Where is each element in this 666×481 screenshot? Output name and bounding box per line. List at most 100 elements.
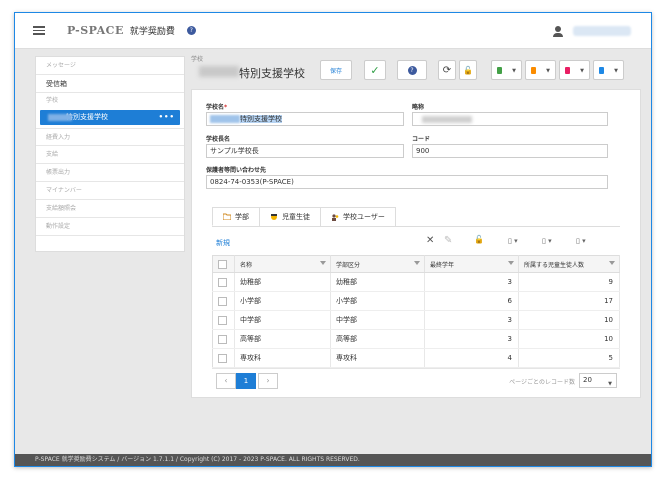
caret-down-icon: ▼ xyxy=(512,68,516,74)
table-row[interactable]: 専攻科 専攻科 4 5 xyxy=(212,348,620,368)
select-all-checkbox[interactable] xyxy=(218,259,227,269)
sidebar-item-settings[interactable]: 動作設定 xyxy=(36,218,184,236)
cell-category: 中学部 xyxy=(330,310,425,330)
cell-final-grade: 6 xyxy=(424,291,519,311)
help-button[interactable]: ? xyxy=(397,60,427,80)
sidebar-item-report-output[interactable]: 帳票出力 xyxy=(36,164,184,182)
new-link[interactable]: 新規 xyxy=(216,238,230,248)
export-orange-button[interactable]: ▼ xyxy=(525,60,556,80)
select-all-cell[interactable] xyxy=(212,255,235,273)
help-icon[interactable]: ? xyxy=(186,26,196,35)
cell-student-count: 10 xyxy=(518,310,620,330)
records-per-page-select[interactable]: 20 ▼ xyxy=(579,373,617,388)
filter-icon[interactable] xyxy=(609,261,615,265)
help-icon: ? xyxy=(407,65,417,75)
sidebar-item-payment[interactable]: 支給 xyxy=(36,146,184,164)
logo: P-SPACE xyxy=(67,24,124,37)
export-dropdown-icon[interactable]: ▯ ▾ xyxy=(576,237,586,245)
user-icon[interactable] xyxy=(553,26,563,37)
table-row[interactable]: 高等部 高等部 3 10 xyxy=(212,329,620,349)
sidebar-item-special-school[interactable]: 特別支援学校 ••• xyxy=(40,110,180,125)
page-title: 特別支援学校 xyxy=(239,67,305,80)
cell-student-count: 9 xyxy=(518,272,620,292)
cell-final-grade: 3 xyxy=(424,329,519,349)
column-header-category[interactable]: 学部区分 xyxy=(330,255,425,273)
redacted-text xyxy=(210,115,240,123)
next-page-button[interactable]: › xyxy=(258,373,278,389)
row-checkbox[interactable] xyxy=(218,353,227,363)
tab-bar: 学部 児童生徒 学校ユーザー xyxy=(212,207,396,227)
export-green-button[interactable]: ▼ xyxy=(491,60,522,80)
column-header-student-count[interactable]: 所属する児童生徒人数 xyxy=(518,255,620,273)
principal-label: 学校長名 xyxy=(206,136,231,143)
redacted-title xyxy=(199,66,239,77)
redacted-text xyxy=(422,115,472,123)
edit-icon[interactable]: ✎ xyxy=(444,235,452,246)
paste-dropdown-icon[interactable]: ▯ ▾ xyxy=(542,237,552,245)
menu-icon[interactable] xyxy=(33,26,45,35)
export-blue-button[interactable]: ▼ xyxy=(593,60,624,80)
cell-student-count: 10 xyxy=(518,329,620,349)
refresh-button[interactable]: ⟳ xyxy=(438,60,456,80)
tab-students[interactable]: 児童生徒 xyxy=(259,207,321,226)
users-icon xyxy=(332,213,339,221)
principal-field[interactable]: サンプル学校長 xyxy=(206,144,404,158)
column-header-name[interactable]: 名称 xyxy=(234,255,331,273)
more-icon[interactable]: ••• xyxy=(159,110,175,125)
cell-category: 幼稚部 xyxy=(330,272,425,292)
contact-label: 保護者等問い合わせ先 xyxy=(206,167,267,174)
document-pink-icon xyxy=(565,66,570,74)
delete-icon[interactable]: ✕ xyxy=(426,235,434,246)
contact-field[interactable]: 0824-74-0353(P-SPACE) xyxy=(206,175,608,189)
sidebar-item-payment-inquiry[interactable]: 支給額照会 xyxy=(36,200,184,218)
sidebar-item-school[interactable]: 学校 xyxy=(36,93,184,109)
school-name-field[interactable]: 特別支援学校 xyxy=(206,112,404,126)
filter-icon[interactable] xyxy=(414,261,420,265)
sidebar: メッセージ 受信箱 学校 特別支援学校 ••• 経費入力 支給 帳票出力 マイナ… xyxy=(35,56,185,252)
filter-icon[interactable] xyxy=(508,261,514,265)
save-button[interactable]: 保存 xyxy=(320,60,352,80)
student-icon xyxy=(271,213,277,220)
caret-down-icon: ▼ xyxy=(614,68,618,74)
confirm-button[interactable]: ✓ xyxy=(364,60,386,80)
code-field[interactable]: 900 xyxy=(412,144,608,158)
column-header-final-grade[interactable]: 最終学年 xyxy=(424,255,519,273)
table-header-row: 名称 学部区分 最終学年 所属する児童生徒人数 xyxy=(212,255,620,273)
row-checkbox[interactable] xyxy=(218,277,227,287)
table-row[interactable]: 小学部 小学部 6 17 xyxy=(212,291,620,311)
cell-category: 高等部 xyxy=(330,329,425,349)
unlock-icon[interactable]: 🔓 xyxy=(474,235,484,244)
sidebar-item-my-number[interactable]: マイナンバー xyxy=(36,182,184,200)
tab-school-users[interactable]: 学校ユーザー xyxy=(320,207,396,226)
cell-name: 専攻科 xyxy=(234,348,331,368)
main-panel: 学校名* 特別支援学校 略称 学校長名 サンプル学校長 コード 900 保護者等… xyxy=(191,89,641,398)
row-checkbox[interactable] xyxy=(218,315,227,325)
tab-departments[interactable]: 学部 xyxy=(212,207,260,226)
sidebar-item-inbox[interactable]: 受信箱 xyxy=(36,75,184,93)
filter-icon[interactable] xyxy=(320,261,326,265)
sidebar-item-expense-input[interactable]: 経費入力 xyxy=(36,128,184,146)
breadcrumb: 学校 xyxy=(191,56,204,63)
refresh-icon: ⟳ xyxy=(442,64,452,76)
row-checkbox[interactable] xyxy=(218,296,227,306)
caret-down-icon: ▼ xyxy=(546,68,550,74)
table-row[interactable]: 幼稚部 幼稚部 3 9 xyxy=(212,272,620,292)
cell-final-grade: 4 xyxy=(424,348,519,368)
unlock-button[interactable]: 🔓 xyxy=(459,60,477,80)
abbreviation-field[interactable] xyxy=(412,112,608,126)
table-row[interactable]: 中学部 中学部 3 10 xyxy=(212,310,620,330)
copy-dropdown-icon[interactable]: ▯ ▾ xyxy=(508,237,518,245)
page-header: 学校 特別支援学校 保存 ✓ ? ⟳ 🔓 ▼ ▼ ▼ ▼ xyxy=(191,54,651,90)
cell-name: 小学部 xyxy=(234,291,331,311)
prev-page-button[interactable]: ‹ xyxy=(216,373,236,389)
row-checkbox[interactable] xyxy=(218,334,227,344)
document-blue-icon xyxy=(599,66,604,74)
export-pink-button[interactable]: ▼ xyxy=(559,60,590,80)
page-1-button[interactable]: 1 xyxy=(236,373,256,389)
user-name-redacted[interactable] xyxy=(573,26,631,36)
tab-label: 学校ユーザー xyxy=(343,213,385,221)
sidebar-item-messages[interactable]: メッセージ xyxy=(36,57,184,75)
code-label: コード xyxy=(412,136,431,143)
cell-name: 中学部 xyxy=(234,310,331,330)
document-green-icon xyxy=(497,66,502,74)
